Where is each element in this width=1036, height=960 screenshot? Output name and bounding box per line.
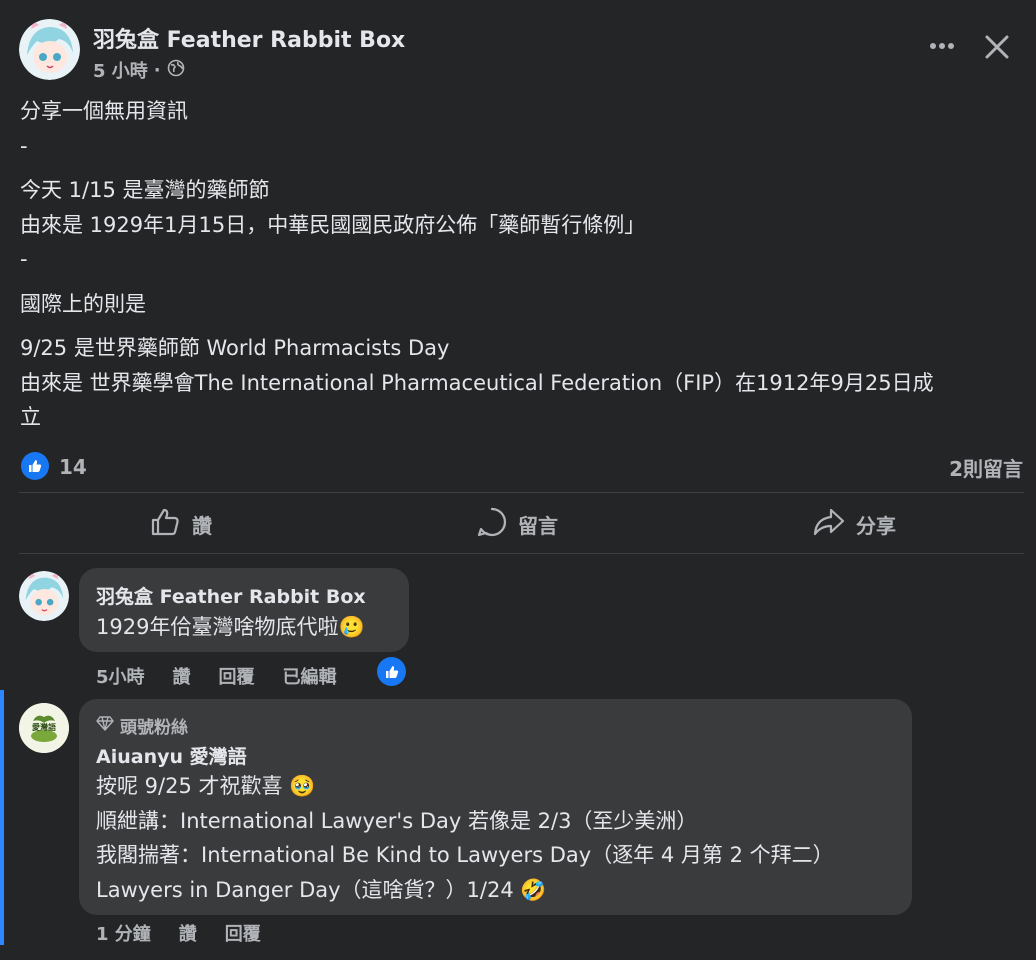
speech-bubble-icon: [476, 506, 508, 543]
comment-text: 1929年佮臺灣啥物底代啦🥲: [96, 611, 365, 641]
post-line: -: [20, 247, 28, 271]
comment-like-link[interactable]: 讚: [179, 920, 197, 946]
comment-avatar[interactable]: [19, 571, 69, 621]
divider: [19, 553, 1024, 554]
comment-line: 我閣揣著：International Be Kind to Lawyers Da…: [96, 843, 834, 867]
comment-like-reaction-icon[interactable]: [377, 657, 406, 686]
share-button[interactable]: 分享: [812, 505, 896, 543]
like-reaction-icon[interactable]: [21, 452, 49, 480]
comment-reply-link[interactable]: 回覆: [225, 920, 261, 946]
like-button-label: 讚: [192, 513, 212, 538]
comment-bubble: Aiuanyu 愛灣語 按呢 9/25 才祝歡喜 🥹 順紲講：Internati…: [79, 699, 912, 915]
comment-button[interactable]: 留言: [476, 505, 558, 543]
divider: [19, 492, 1024, 493]
post-line: 由來是 1929年1月15日，中華民國國民政府公佈「藥師暫行條例」: [20, 212, 646, 237]
globe-icon: [167, 59, 185, 82]
post-line: 國際上的則是: [20, 291, 146, 316]
highlight-bar: [0, 690, 4, 945]
comment-reply-link[interactable]: 回覆: [219, 663, 255, 689]
comment-like-link[interactable]: 讚: [173, 663, 191, 689]
share-button-label: 分享: [856, 513, 896, 538]
post-timestamp[interactable]: 5 小時: [93, 57, 148, 83]
post-line: -: [20, 133, 28, 158]
page-avatar[interactable]: [19, 19, 80, 80]
comment-line: Lawyers in Danger Day（這啥貨？）1/24 🤣: [96, 878, 547, 902]
share-arrow-icon: [812, 506, 846, 543]
post-line: 立: [20, 405, 41, 429]
close-icon[interactable]: [980, 30, 1014, 64]
page-name[interactable]: 羽兔盒 Feather Rabbit Box: [93, 22, 405, 54]
comment-actions: 5小時 讚 回覆 已編輯: [96, 663, 365, 689]
post-line: 分享一個無用資訊: [20, 99, 188, 123]
reaction-count[interactable]: 14: [59, 455, 87, 479]
more-options-icon[interactable]: [926, 30, 958, 62]
comment-time[interactable]: 5小時: [96, 663, 145, 689]
comment-bubble: 羽兔盒 Feather Rabbit Box 1929年佮臺灣啥物底代啦🥲: [79, 568, 409, 652]
comment-line: 順紲講：International Lawyer's Day 若像是 2/3（至…: [96, 809, 698, 833]
avatar-text: 愛灣語: [32, 723, 56, 732]
comment-edited-label[interactable]: 已編輯: [283, 663, 337, 689]
top-fan-label: 頭號粉絲: [120, 718, 188, 738]
comment-author[interactable]: Aiuanyu 愛灣語: [96, 742, 247, 769]
post-line: 今天 1/15 是臺灣的藥師節: [20, 178, 270, 202]
diamond-icon: [96, 715, 114, 736]
like-button[interactable]: 讚: [150, 505, 212, 543]
post-meta: 5 小時 ·: [93, 57, 185, 83]
comment-actions: 1 分鐘 讚 回覆: [96, 920, 289, 946]
thumbs-up-icon: [150, 506, 182, 543]
post-line: 由來是 世界藥學會The International Pharmaceutica…: [20, 370, 934, 395]
top-fan-badge: 頭號粉絲: [96, 713, 188, 738]
comment-count[interactable]: 2則留言: [870, 453, 1023, 482]
post-line: 9/25 是世界藥師節 World Pharmacists Day: [20, 336, 450, 360]
comment-emoji: 🥲: [338, 615, 365, 639]
comment-button-label: 留言: [518, 513, 558, 538]
comment-text-body: 1929年佮臺灣啥物底代啦: [96, 615, 339, 639]
comment-line: 按呢 9/25 才祝歡喜 🥹: [96, 774, 316, 798]
comment-avatar[interactable]: 愛灣語: [19, 703, 69, 753]
meta-separator: ·: [153, 59, 161, 81]
comment-author[interactable]: 羽兔盒 Feather Rabbit Box: [96, 582, 366, 609]
comment-time[interactable]: 1 分鐘: [96, 920, 151, 946]
post-body: 分享一個無用資訊 - 今天 1/15 是臺灣的藥師節 由來是 1929年1月15…: [20, 94, 1020, 435]
